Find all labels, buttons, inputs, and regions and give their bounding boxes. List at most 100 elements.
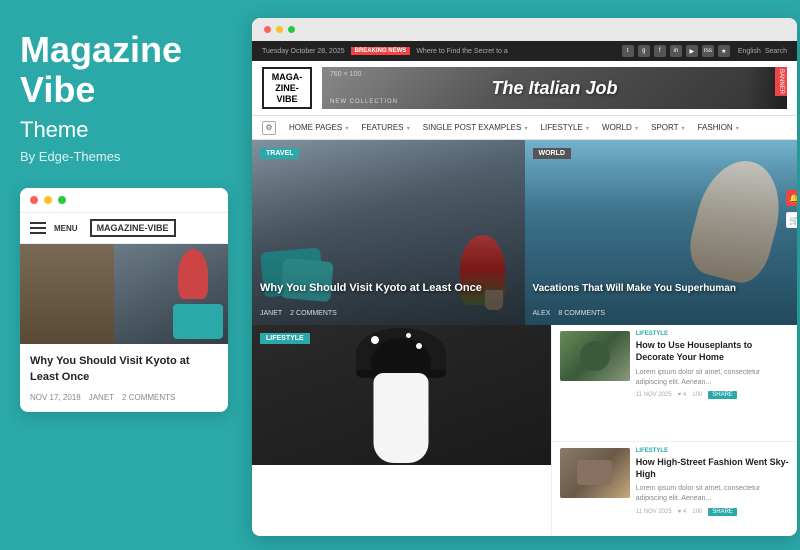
- content-area: LIFESTYLE LIFESTYLE How to Use Houseplan…: [252, 325, 797, 536]
- article-2-date: 11 NOV 2025: [636, 509, 672, 515]
- nav-home-pages[interactable]: HOME PAGES ▾: [283, 120, 354, 135]
- hero-overlay: [252, 140, 525, 325]
- linkedin-icon[interactable]: in: [670, 45, 682, 57]
- article-1-share[interactable]: SHARE: [708, 391, 737, 399]
- dot-green: [58, 196, 66, 204]
- article-1-date: 11 NOV 2025: [636, 392, 672, 398]
- mobile-meta-author: JANET: [89, 393, 114, 402]
- nav-features[interactable]: FEATURES ▾: [355, 120, 415, 135]
- sidebar-article-2-tag: LIFESTYLE: [636, 448, 789, 454]
- rss-icon[interactable]: rss: [702, 45, 714, 57]
- twitter-icon[interactable]: t: [622, 45, 634, 57]
- hero-right-caption: Vacations That Will Make You Superhuman: [533, 282, 790, 295]
- banner-title: The Italian Job: [491, 78, 617, 99]
- site-header: MAGA- ZINE- VIBE 760 × 100 The Italian J…: [252, 61, 797, 116]
- banner-label: BANNER: [775, 67, 787, 96]
- sidebar-article-1-excerpt: Lorem ipsum dolor sit amet, consectetur …: [636, 368, 789, 388]
- youtube-icon[interactable]: ▶: [686, 45, 698, 57]
- top-bar-left: Tuesday October 28, 2025 BREAKING NEWS W…: [262, 47, 508, 55]
- main-article-image[interactable]: LIFESTYLE: [252, 325, 551, 465]
- content-main: LIFESTYLE: [252, 325, 552, 536]
- article-1-likes: ♥ 4: [678, 392, 687, 398]
- logo-line2: ZINE-: [275, 83, 299, 93]
- top-bar-date: Tuesday October 28, 2025: [262, 48, 345, 55]
- browser-dot-green[interactable]: [288, 26, 295, 33]
- browser-dot-red[interactable]: [264, 26, 271, 33]
- hero-right-overlay: [525, 140, 798, 325]
- article-2-share[interactable]: SHARE: [708, 508, 737, 516]
- hero-left-caption: Why You Should Visit Kyoto at Least Once: [260, 281, 517, 295]
- left-panel: Magazine Vibe Theme By Edge-Themes MENU …: [0, 0, 248, 550]
- lang-selector[interactable]: English: [738, 48, 761, 55]
- hero-right-tag: WORLD: [533, 148, 571, 159]
- mobile-logo: MAGAZINE-VIBE: [90, 219, 176, 237]
- sidebar-article-1-title: How to Use Houseplants to Decorate Your …: [636, 340, 789, 363]
- sidebar-article-1-meta: 11 NOV 2025 ♥ 4 100 SHARE: [636, 391, 789, 399]
- browser-chrome: [252, 18, 797, 41]
- sidebar-article-2-image: [560, 448, 630, 498]
- header-banner[interactable]: 760 × 100 The Italian Job NEW COLLECTION…: [322, 67, 787, 109]
- menu-label: MENU: [54, 224, 78, 233]
- mobile-meta-comments: 2 COMMENTS: [122, 393, 175, 402]
- dot-yellow: [44, 196, 52, 204]
- site-logo[interactable]: MAGA- ZINE- VIBE: [262, 67, 312, 109]
- settings-icon[interactable]: ⚙: [262, 121, 276, 135]
- sidebar-article-2-excerpt: Lorem ipsum dolor sit amet, consectetur …: [636, 484, 789, 504]
- sidebar-article-1-content: LIFESTYLE How to Use Houseplants to Deco…: [636, 331, 789, 435]
- mobile-meta: NOV 17, 2018 JANET 2 COMMENTS: [30, 393, 218, 402]
- browser-mockup: Tuesday October 28, 2025 BREAKING NEWS W…: [252, 18, 797, 536]
- sidebar-article-2-meta: 11 NOV 2025 ♥ 4 100 SHARE: [636, 508, 789, 516]
- hero-left-article[interactable]: TRAVEL Why You Should Visit Kyoto at Lea…: [252, 140, 525, 325]
- top-bar: Tuesday October 28, 2025 BREAKING NEWS W…: [252, 41, 797, 61]
- cart-icon[interactable]: 🛒: [786, 212, 797, 228]
- brand-title: Magazine Vibe: [20, 30, 228, 109]
- breaking-label: BREAKING NEWS: [351, 47, 411, 55]
- banner-size: 760 × 100: [330, 71, 361, 78]
- banner-subtitle: NEW COLLECTION: [330, 99, 398, 105]
- hero-left-tag: TRAVEL: [260, 148, 299, 159]
- google-icon[interactable]: g: [638, 45, 650, 57]
- sidebar-article-2-title: How High-Street Fashion Went Sky-High: [636, 457, 789, 480]
- nav-fashion[interactable]: FASHION ▾: [692, 120, 745, 135]
- sidebar-article-2-content: LIFESTYLE How High-Street Fashion Went S…: [636, 448, 789, 536]
- sidebar-article-1[interactable]: LIFESTYLE How to Use Houseplants to Deco…: [552, 325, 797, 442]
- content-sidebar: LIFESTYLE How to Use Houseplants to Deco…: [552, 325, 797, 536]
- article-2-comments: 100: [692, 509, 702, 515]
- nav-lifestyle[interactable]: LIFESTYLE ▾: [535, 120, 595, 135]
- article-2-likes: ♥ 4: [678, 509, 687, 515]
- facebook-icon[interactable]: f: [654, 45, 666, 57]
- dot-red: [30, 196, 38, 204]
- nav-sport[interactable]: SPORT ▾: [645, 120, 691, 135]
- mobile-preview-card: MENU MAGAZINE-VIBE Why You Should Visit …: [20, 188, 228, 412]
- star-icon[interactable]: ★: [718, 45, 730, 57]
- nav-single-post[interactable]: SINGLE POST EXAMPLES ▾: [417, 120, 534, 135]
- logo-line1: MAGA-: [272, 72, 303, 82]
- brand-by: By Edge-Themes: [20, 149, 228, 164]
- hero-left-meta: JANET 2 COMMENTS: [260, 310, 517, 317]
- brand-subtitle: Theme: [20, 117, 228, 143]
- hero-right-article[interactable]: WORLD Vacations That Will Make You Super…: [525, 140, 798, 325]
- hero-right-author: ALEX: [533, 310, 551, 317]
- top-bar-right: t g f in ▶ rss ★ English Search: [622, 45, 787, 57]
- browser-dot-yellow[interactable]: [276, 26, 283, 33]
- article-1-comments: 100: [692, 392, 702, 398]
- hero-left-author: JANET: [260, 310, 282, 317]
- logo-line3: VIBE: [276, 94, 297, 104]
- mobile-meta-date: NOV 17, 2018: [30, 393, 81, 402]
- hamburger-icon: [30, 222, 46, 234]
- search-label[interactable]: Search: [765, 48, 787, 55]
- nav-world[interactable]: WORLD ▾: [596, 120, 644, 135]
- sidebar-article-1-tag: LIFESTYLE: [636, 331, 789, 337]
- hero-left-comments: 2 COMMENTS: [290, 310, 337, 317]
- hero-right-comments: 8 COMMENTS: [558, 310, 605, 317]
- hero-right-meta: ALEX 8 COMMENTS: [533, 310, 790, 317]
- mobile-hero-image: [20, 244, 228, 344]
- mobile-card-dots: [20, 188, 228, 213]
- breaking-text: Where to Find the Secret to a: [416, 48, 507, 55]
- hero-area: TRAVEL Why You Should Visit Kyoto at Lea…: [252, 140, 797, 325]
- mobile-article-title: Why You Should Visit Kyoto at Least Once: [30, 354, 218, 385]
- sidebar-article-1-image: [560, 331, 630, 381]
- sidebar-article-2[interactable]: LIFESTYLE How High-Street Fashion Went S…: [552, 442, 797, 536]
- main-article-tag: LIFESTYLE: [260, 333, 310, 344]
- notification-icon[interactable]: 🔔: [786, 190, 797, 206]
